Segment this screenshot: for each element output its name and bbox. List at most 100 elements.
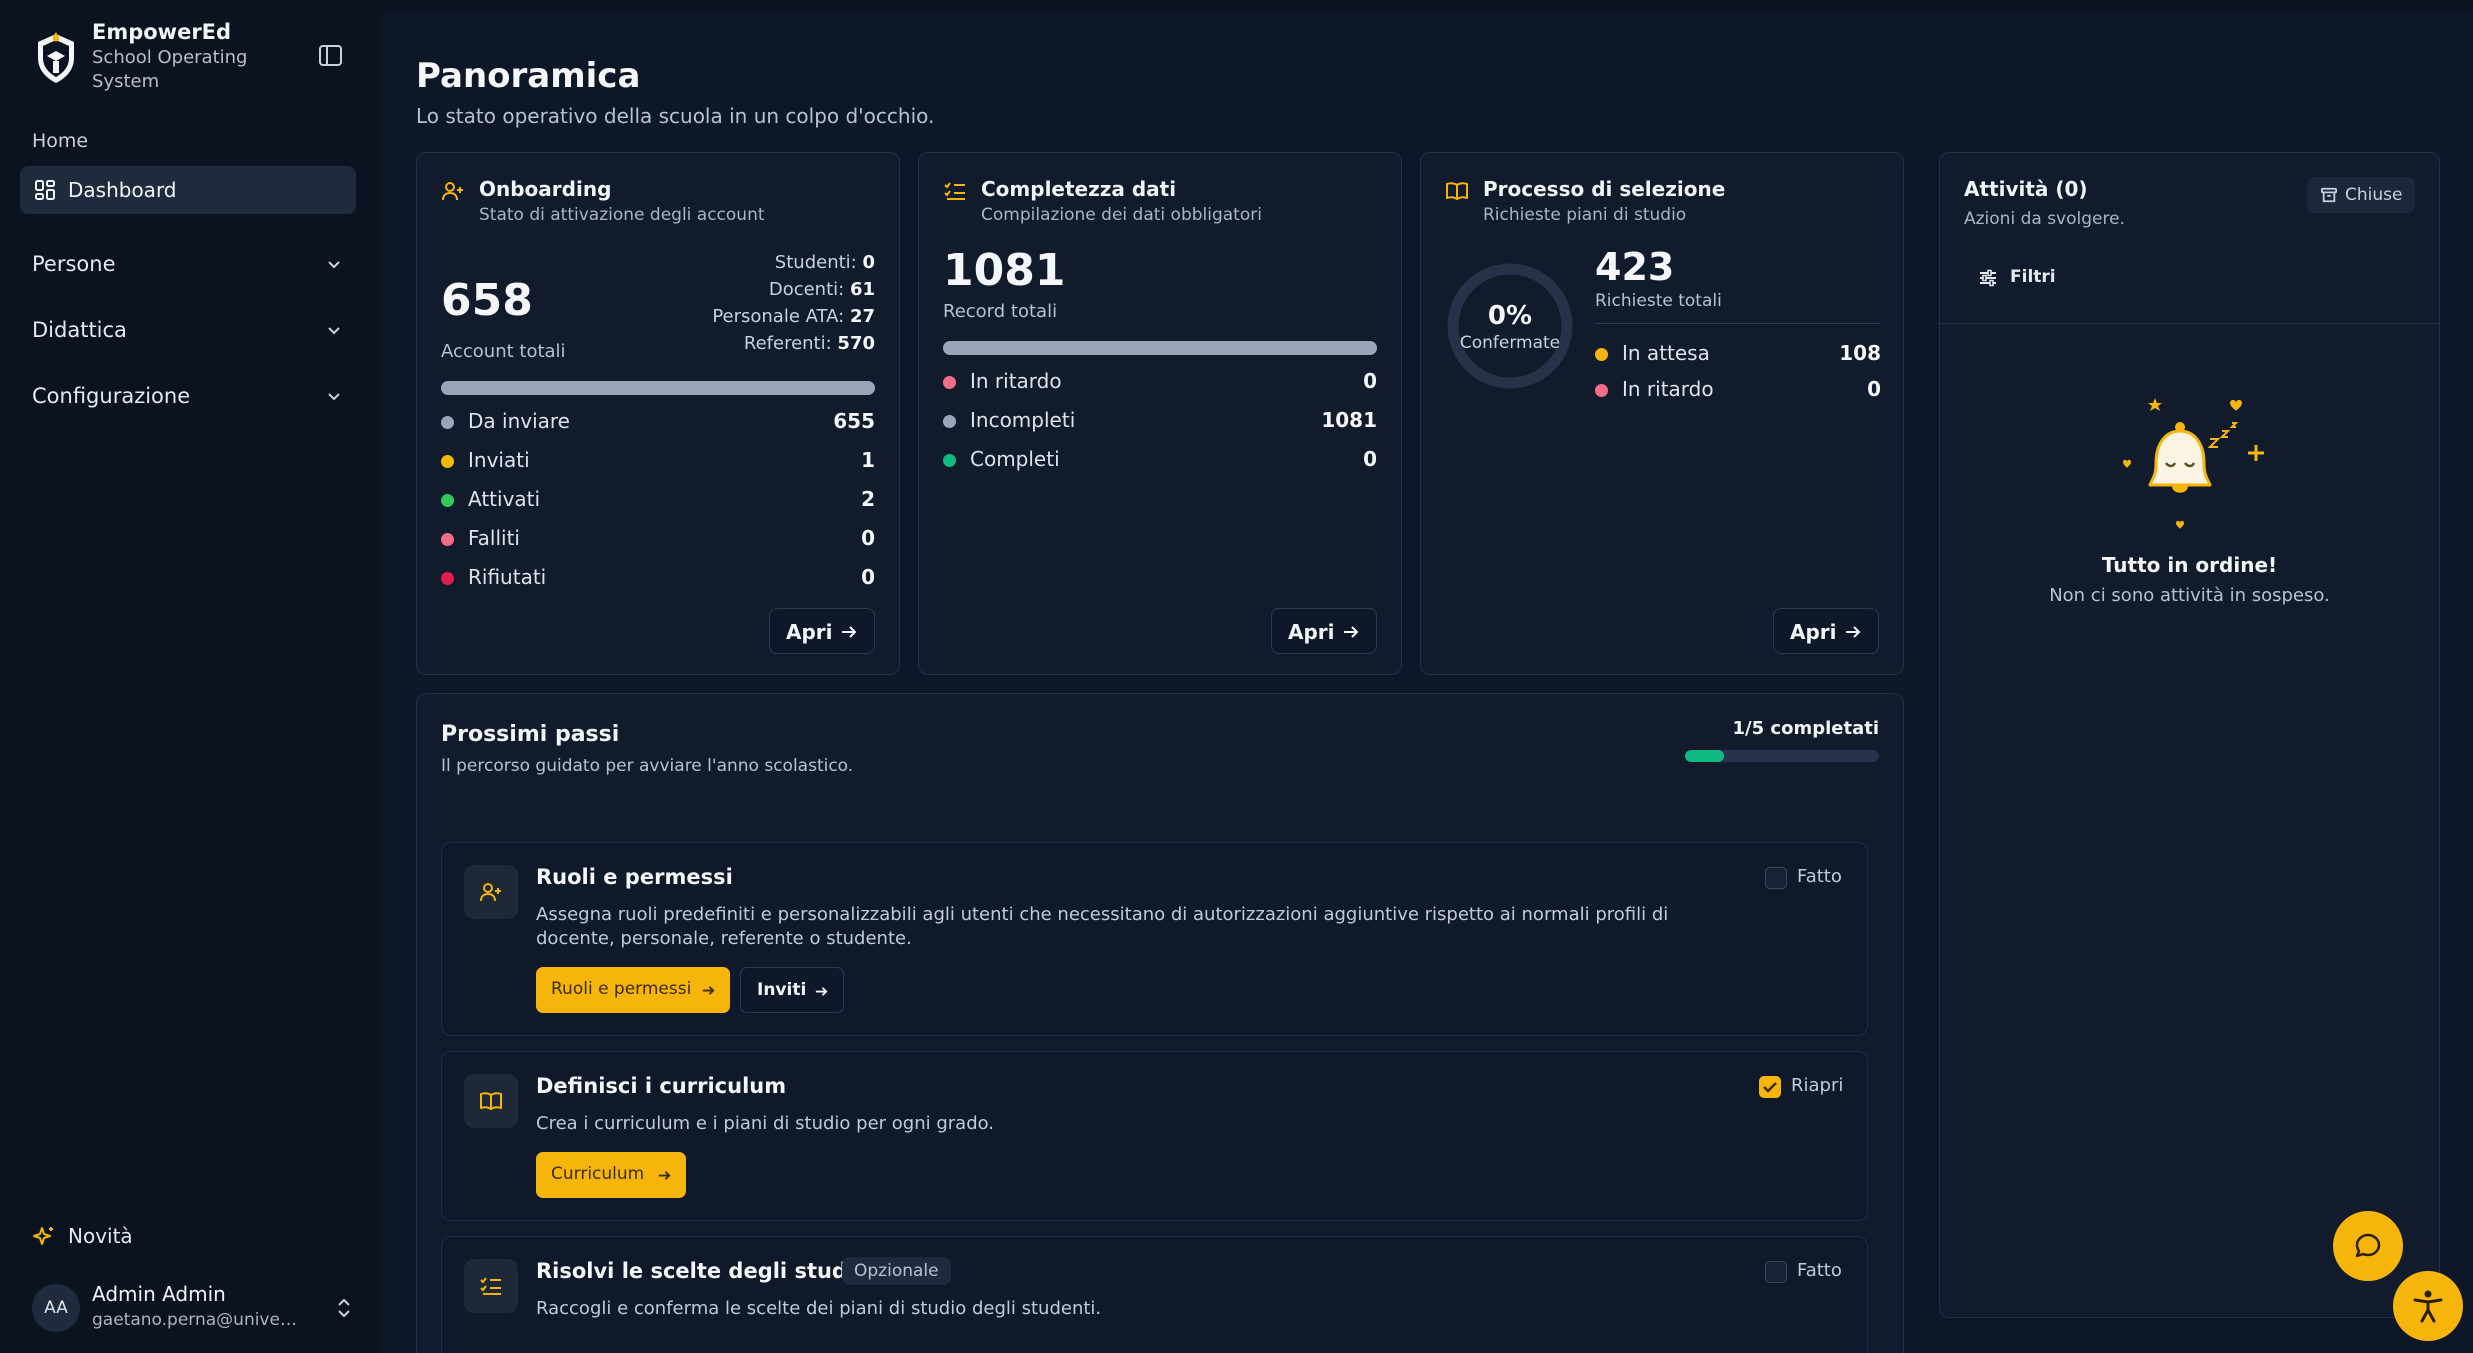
sidebar-toggle-icon[interactable]: [318, 44, 344, 68]
curriculum-button[interactable]: Curriculum: [536, 1152, 686, 1198]
sidebar-item-dashboard[interactable]: Dashboard: [20, 166, 356, 214]
next-steps-subtitle: Il percorso guidato per avviare l'anno s…: [441, 756, 854, 776]
row-label: Da inviare: [468, 409, 570, 433]
brand-name: EmpowerEd: [92, 20, 232, 44]
step-title: Ruoli e permessi: [536, 865, 733, 889]
activity-subtitle: Azioni da svolgere.: [1964, 209, 2125, 229]
sidebar-group-persone[interactable]: Persone: [32, 244, 342, 284]
row-label: Incompleti: [970, 408, 1076, 432]
button-label: Apri: [1790, 620, 1837, 644]
breakdown-referents: Referenti: 570: [743, 333, 875, 354]
step-student-choices: Risolvi le scelte degli studenti Opziona…: [441, 1236, 1868, 1353]
step-done-checkbox[interactable]: Fatto: [1765, 1259, 1845, 1285]
row-value: 108: [1839, 341, 1881, 365]
row-label: Completi: [970, 447, 1060, 471]
row-value: 0: [1363, 447, 1377, 471]
row-value: 0: [861, 565, 875, 589]
activity-panel: Attività (0) Azioni da svolgere. Chiuse …: [1939, 152, 2440, 1318]
sidebar-group-label: Configurazione: [32, 384, 191, 408]
selection-status-row: In ritardo 0: [1595, 375, 1881, 405]
total-accounts-label: Account totali: [441, 341, 566, 362]
steps-completed-count: 1/5 completati: [1732, 718, 1879, 739]
card-subtitle: Compilazione dei dati obbligatori: [981, 205, 1262, 225]
completeness-status-row: In ritardo 0: [943, 367, 1377, 397]
brand[interactable]: EmpowerEd School Operating System: [32, 20, 352, 100]
status-dot-icon: [441, 416, 454, 429]
main-content: Panoramica Lo stato operativo della scuo…: [380, 12, 2473, 1353]
onboarding-card: Onboarding Stato di attivazione degli ac…: [416, 152, 900, 675]
row-label: Falliti: [468, 526, 520, 550]
status-dot-icon: [441, 494, 454, 507]
completeness-status-row: Completi 0: [943, 445, 1377, 475]
invites-button[interactable]: Inviti: [740, 967, 844, 1013]
confirmed-percent: 0%: [1487, 301, 1533, 331]
list-checks-icon: [944, 182, 965, 200]
onboarding-open-button[interactable]: Apri: [769, 608, 875, 654]
row-label: Rifiutati: [468, 565, 547, 589]
account-breakdown: Studenti: 0 Docenti: 61 Personale ATA: 2…: [712, 249, 875, 357]
sidebar-group-configurazione[interactable]: Configurazione: [32, 376, 342, 416]
empty-state-title: Tutto in ordine!: [2101, 553, 2278, 577]
closed-label: Chiuse: [2345, 185, 2403, 205]
step-reopen-checkbox[interactable]: Riapri: [1759, 1074, 1845, 1100]
sparkles-icon: [33, 1227, 53, 1245]
brand-subtitle: School Operating System: [92, 47, 248, 92]
checkbox-box[interactable]: [1765, 1261, 1787, 1283]
card-subtitle: Stato di attivazione degli account: [479, 205, 765, 225]
step-roles-permissions: Ruoli e permessi Assegna ruoli predefini…: [441, 842, 1868, 1036]
optional-badge: Opzionale: [842, 1257, 951, 1285]
selection-status-row: In attesa 108: [1595, 339, 1881, 369]
row-label: Inviati: [468, 448, 530, 472]
selection-open-button[interactable]: Apri: [1773, 608, 1879, 654]
status-dot-icon: [943, 376, 956, 389]
arrow-right-icon: [815, 987, 828, 996]
status-dot-icon: [943, 415, 956, 428]
data-completeness-card: Completezza dati Compilazione dei dati o…: [918, 152, 1402, 675]
book-open-icon: [480, 1092, 502, 1110]
button-label: Inviti: [757, 980, 807, 1000]
completeness-open-button[interactable]: Apri: [1271, 608, 1377, 654]
card-title: Onboarding: [479, 177, 612, 201]
sleeping-bell-illustration-icon: [2123, 398, 2264, 529]
button-label: Apri: [1288, 620, 1335, 644]
breakdown-teachers: Docenti: 61: [768, 279, 875, 300]
button-label: Apri: [786, 620, 833, 644]
accessibility-icon: [2413, 1290, 2443, 1323]
steps-progress-bar: [1685, 750, 1879, 762]
checkbox-box[interactable]: [1765, 867, 1787, 889]
chevron-down-icon: [328, 393, 340, 401]
onboarding-status-row: Attivati 2: [441, 485, 875, 515]
row-label: In attesa: [1622, 341, 1710, 365]
row-value: 0: [861, 526, 875, 550]
step-icon-box: [464, 1074, 518, 1128]
page-title: Panoramica: [416, 56, 641, 96]
accessibility-button[interactable]: [2393, 1271, 2463, 1341]
button-label: Ruoli e permessi: [551, 979, 692, 999]
row-value: 2: [861, 487, 875, 511]
progress-fill: [1685, 750, 1724, 762]
checkbox-box-checked[interactable]: [1759, 1076, 1781, 1098]
list-checks-icon: [480, 1277, 501, 1295]
sidebar-group-label: Didattica: [32, 318, 127, 342]
sidebar-group-didattica[interactable]: Didattica: [32, 310, 342, 350]
step-title: Definisci i curriculum: [536, 1074, 787, 1098]
step-define-curriculum: Definisci i curriculum Crea i curriculum…: [441, 1051, 1868, 1221]
user-menu[interactable]: AA Admin Admin gaetano.perna@universi...: [32, 1280, 352, 1336]
chat-button[interactable]: [2333, 1211, 2403, 1281]
card-title: Completezza dati: [981, 177, 1177, 201]
sliders-icon: [1980, 269, 1996, 287]
breakdown-ata: Personale ATA: 27: [712, 306, 875, 327]
step-done-checkbox[interactable]: Fatto: [1765, 865, 1845, 891]
total-accounts-value: 658: [441, 275, 533, 326]
whats-new-label: Novità: [68, 1224, 133, 1248]
step-icon-box: [464, 865, 518, 919]
roles-permissions-button[interactable]: Ruoli e permessi: [536, 967, 730, 1013]
selection-process-card: Processo di selezione Richieste piani di…: [1420, 152, 1904, 675]
row-value: 1: [861, 448, 875, 472]
total-requests-value: 423: [1595, 245, 1675, 289]
total-requests-label: Richieste totali: [1595, 291, 1722, 311]
onboarding-status-row: Da inviare 655: [441, 407, 875, 437]
user-plus-icon: [480, 883, 501, 902]
status-dot-icon: [441, 533, 454, 546]
closed-filter-button[interactable]: Chiuse: [2307, 177, 2415, 213]
